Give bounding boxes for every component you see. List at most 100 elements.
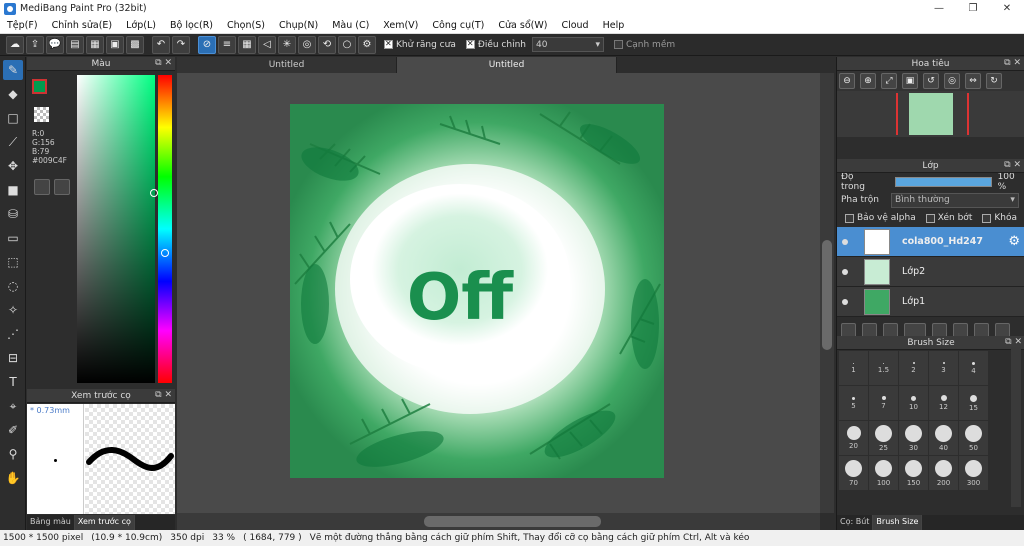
actual-size-icon[interactable]: ▣ — [902, 73, 918, 89]
divide-tool-icon[interactable]: ✐ — [3, 420, 23, 440]
tab-palette[interactable]: Bảng màu — [27, 515, 75, 530]
zoom-in-icon[interactable]: ⊕ — [860, 73, 876, 89]
brush-size-scrollbar[interactable] — [1011, 347, 1021, 507]
adjust-checkbox[interactable] — [465, 39, 475, 49]
share-icon[interactable]: ⇪ — [26, 35, 44, 54]
brush-tool-icon[interactable]: ✎ — [3, 60, 23, 80]
visibility-icon[interactable] — [837, 227, 852, 257]
protect-alpha-checkbox[interactable] — [845, 213, 854, 223]
layer-item-lop1[interactable]: Lớp1 — [837, 287, 1024, 317]
brush-size-cell[interactable]: 10 — [899, 386, 928, 420]
brush-size-cell[interactable]: 12 — [929, 386, 958, 420]
minimize-button[interactable]: — — [922, 0, 956, 17]
brush-size-cell[interactable]: 15 — [959, 386, 988, 420]
panel-close-icon[interactable]: ⧉ ✕ — [1005, 337, 1022, 347]
panel-close-icon[interactable]: ⧉ ✕ — [155, 390, 172, 400]
brush-size-cell[interactable]: 7 — [869, 386, 898, 420]
lock-checkbox[interactable] — [982, 213, 992, 223]
tab-brush[interactable]: Cọ: Bút — [837, 515, 874, 530]
saturation-value-picker[interactable] — [77, 75, 155, 383]
bucket-tool-icon[interactable]: ⛁ — [3, 204, 23, 224]
menu-cloud[interactable]: Cloud — [554, 20, 595, 31]
snap-curve-icon[interactable]: ⟲ — [318, 35, 336, 54]
layer-item-cola800[interactable]: cola800_Hd247 ⚙ — [837, 227, 1024, 257]
select-eraser-tool-icon[interactable]: ⊟ — [3, 348, 23, 368]
color-history-icon[interactable] — [54, 179, 70, 195]
brush-size-cell[interactable]: 5 — [839, 386, 868, 420]
brush-size-cell[interactable]: 40 — [929, 421, 958, 455]
fit-icon[interactable]: ⤢ — [881, 73, 897, 89]
rect-tool-icon[interactable]: □ — [3, 108, 23, 128]
panel-close-icon[interactable]: ⧉ ✕ — [155, 58, 172, 68]
snap-grid-icon[interactable]: ▦ — [238, 35, 256, 54]
tab-brush-preview[interactable]: Xem trước cọ — [74, 515, 135, 530]
flip-icon[interactable]: ⇔ — [965, 73, 981, 89]
soft-edge-checkbox[interactable] — [613, 40, 623, 49]
menu-view[interactable]: Xem(V) — [376, 20, 425, 31]
chat-icon[interactable]: 💬 — [46, 35, 64, 54]
brush-size-cell[interactable]: 4 — [959, 351, 988, 385]
canvas-horizontal-scrollbar[interactable] — [177, 513, 820, 530]
visibility-icon[interactable] — [837, 257, 852, 287]
snap-radial-icon[interactable]: ✳ — [278, 35, 296, 54]
snap-parallel-icon[interactable]: ≡ — [218, 35, 236, 54]
horizontal-scroll-thumb[interactable] — [424, 516, 601, 527]
hue-slider-handle[interactable] — [161, 249, 169, 257]
text-tool-icon[interactable]: T — [3, 372, 23, 392]
menu-file[interactable]: Tệp(F) — [0, 20, 45, 31]
brush-size-cell[interactable]: 300 — [959, 456, 988, 490]
brush-size-cell[interactable]: 25 — [869, 421, 898, 455]
clipping-checkbox[interactable] — [925, 213, 935, 223]
operation-tool-icon[interactable]: ⌖ — [3, 396, 23, 416]
brush-size-cell[interactable]: 1 — [839, 351, 868, 385]
transparent-color-swatch[interactable] — [34, 107, 49, 122]
brush-size-cell[interactable]: 70 — [839, 456, 868, 490]
gradient-tool-icon[interactable]: ▭ — [3, 228, 23, 248]
page-icon[interactable]: ▦ — [86, 35, 104, 54]
brush-size-cell[interactable]: 3 — [929, 351, 958, 385]
cloud-icon[interactable]: ☁ — [6, 35, 24, 54]
menu-snap[interactable]: Chụp(N) — [272, 20, 325, 31]
lasso-tool-icon[interactable]: ◌ — [3, 276, 23, 296]
artboard[interactable]: Off — [290, 104, 664, 478]
visibility-icon[interactable] — [837, 287, 852, 317]
magic-wand-tool-icon[interactable]: ✧ — [3, 300, 23, 320]
grid-icon[interactable]: ▩ — [126, 35, 144, 54]
menu-select[interactable]: Chọn(S) — [220, 20, 272, 31]
comment-icon[interactable]: ▤ — [66, 35, 84, 54]
rotate-right-icon[interactable]: ↻ — [986, 73, 1002, 89]
canvas-vertical-scrollbar[interactable] — [820, 73, 834, 513]
vertical-scroll-thumb[interactable] — [822, 240, 832, 350]
opacity-slider[interactable] — [895, 177, 992, 187]
tab-document-2[interactable]: Untitled — [397, 57, 617, 73]
eyedropper-tool-icon[interactable]: ⚲ — [3, 444, 23, 464]
layer-item-lop2[interactable]: Lớp2 — [837, 257, 1024, 287]
brush-size-cell[interactable]: 150 — [899, 456, 928, 490]
menu-edit[interactable]: Chỉnh sửa(E) — [45, 20, 120, 31]
foreground-color-swatch[interactable] — [32, 79, 47, 94]
brush-size-cell[interactable]: 1.5 — [869, 351, 898, 385]
blend-mode-select[interactable]: Bình thường ▾ — [890, 192, 1019, 208]
select-rect-tool-icon[interactable]: ⬚ — [3, 252, 23, 272]
menu-layer[interactable]: Lớp(L) — [119, 20, 163, 31]
redo-icon[interactable]: ↷ — [172, 35, 190, 54]
hand-tool-icon[interactable]: ✋ — [3, 468, 23, 488]
snap-circle-icon[interactable]: ○ — [338, 35, 356, 54]
menu-help[interactable]: Help — [596, 20, 632, 31]
select-pen-tool-icon[interactable]: ⋰ — [3, 324, 23, 344]
brush-size-cell[interactable]: 20 — [839, 421, 868, 455]
move-tool-icon[interactable]: ✥ — [3, 156, 23, 176]
menu-tools[interactable]: Công cụ(T) — [425, 20, 491, 31]
reset-view-icon[interactable]: ◎ — [944, 73, 960, 89]
sv-picker-handle[interactable] — [150, 189, 158, 197]
tab-brush-size[interactable]: Brush Size — [873, 515, 923, 530]
menu-color[interactable]: Màu (C) — [325, 20, 376, 31]
hue-slider[interactable] — [158, 75, 172, 383]
snap-off-icon[interactable]: ⊘ — [198, 35, 216, 54]
line-tool-icon[interactable]: ⟋ — [3, 132, 23, 152]
brush-size-cell[interactable]: 100 — [869, 456, 898, 490]
panel-close-icon[interactable]: ⧉ ✕ — [1004, 58, 1021, 68]
page-manager-icon[interactable]: ▣ — [106, 35, 124, 54]
navigator-preview[interactable] — [837, 91, 1024, 137]
canvas-area[interactable]: Off — [177, 73, 820, 513]
